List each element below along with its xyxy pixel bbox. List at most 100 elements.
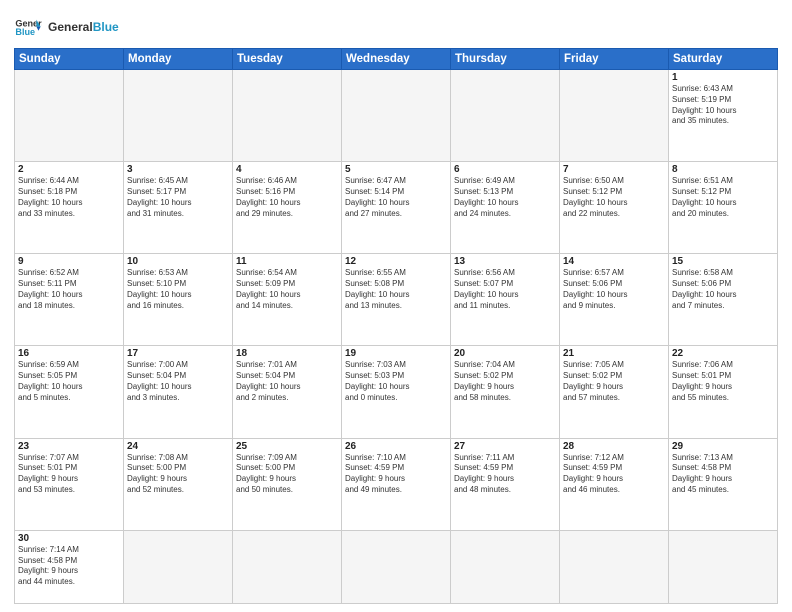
day-info: Sunrise: 6:53 AM Sunset: 5:10 PM Dayligh… xyxy=(127,268,229,311)
day-number: 17 xyxy=(127,348,229,359)
weekday-header-wednesday: Wednesday xyxy=(342,49,451,70)
header: General Blue GeneralBlue xyxy=(14,10,778,42)
logo: General Blue GeneralBlue xyxy=(14,14,119,42)
calendar-cell: 27Sunrise: 7:11 AM Sunset: 4:59 PM Dayli… xyxy=(451,438,560,530)
calendar-week-row: 2Sunrise: 6:44 AM Sunset: 5:18 PM Daylig… xyxy=(15,162,778,254)
day-number: 2 xyxy=(18,164,120,175)
day-info: Sunrise: 7:07 AM Sunset: 5:01 PM Dayligh… xyxy=(18,453,120,496)
day-info: Sunrise: 7:03 AM Sunset: 5:03 PM Dayligh… xyxy=(345,360,447,403)
day-info: Sunrise: 6:47 AM Sunset: 5:14 PM Dayligh… xyxy=(345,176,447,219)
day-info: Sunrise: 7:11 AM Sunset: 4:59 PM Dayligh… xyxy=(454,453,556,496)
calendar-cell xyxy=(233,530,342,603)
calendar-week-row: 23Sunrise: 7:07 AM Sunset: 5:01 PM Dayli… xyxy=(15,438,778,530)
calendar-cell: 18Sunrise: 7:01 AM Sunset: 5:04 PM Dayli… xyxy=(233,346,342,438)
calendar-cell: 29Sunrise: 7:13 AM Sunset: 4:58 PM Dayli… xyxy=(669,438,778,530)
weekday-header-thursday: Thursday xyxy=(451,49,560,70)
day-number: 20 xyxy=(454,348,556,359)
day-info: Sunrise: 6:46 AM Sunset: 5:16 PM Dayligh… xyxy=(236,176,338,219)
calendar-cell: 6Sunrise: 6:49 AM Sunset: 5:13 PM Daylig… xyxy=(451,162,560,254)
day-number: 21 xyxy=(563,348,665,359)
calendar-cell: 25Sunrise: 7:09 AM Sunset: 5:00 PM Dayli… xyxy=(233,438,342,530)
calendar-cell: 13Sunrise: 6:56 AM Sunset: 5:07 PM Dayli… xyxy=(451,254,560,346)
calendar-cell xyxy=(451,70,560,162)
calendar-cell xyxy=(15,70,124,162)
day-info: Sunrise: 6:55 AM Sunset: 5:08 PM Dayligh… xyxy=(345,268,447,311)
calendar-header-row: SundayMondayTuesdayWednesdayThursdayFrid… xyxy=(15,49,778,70)
calendar-cell: 7Sunrise: 6:50 AM Sunset: 5:12 PM Daylig… xyxy=(560,162,669,254)
calendar-cell: 14Sunrise: 6:57 AM Sunset: 5:06 PM Dayli… xyxy=(560,254,669,346)
weekday-header-friday: Friday xyxy=(560,49,669,70)
day-number: 10 xyxy=(127,256,229,267)
day-number: 23 xyxy=(18,441,120,452)
svg-text:Blue: Blue xyxy=(15,27,35,37)
day-info: Sunrise: 7:08 AM Sunset: 5:00 PM Dayligh… xyxy=(127,453,229,496)
day-info: Sunrise: 6:56 AM Sunset: 5:07 PM Dayligh… xyxy=(454,268,556,311)
calendar-cell: 9Sunrise: 6:52 AM Sunset: 5:11 PM Daylig… xyxy=(15,254,124,346)
calendar-week-row: 30Sunrise: 7:14 AM Sunset: 4:58 PM Dayli… xyxy=(15,530,778,603)
day-number: 16 xyxy=(18,348,120,359)
calendar-cell: 12Sunrise: 6:55 AM Sunset: 5:08 PM Dayli… xyxy=(342,254,451,346)
day-info: Sunrise: 6:45 AM Sunset: 5:17 PM Dayligh… xyxy=(127,176,229,219)
day-number: 3 xyxy=(127,164,229,175)
day-info: Sunrise: 7:05 AM Sunset: 5:02 PM Dayligh… xyxy=(563,360,665,403)
calendar-cell: 10Sunrise: 6:53 AM Sunset: 5:10 PM Dayli… xyxy=(124,254,233,346)
calendar-cell xyxy=(342,530,451,603)
day-info: Sunrise: 6:59 AM Sunset: 5:05 PM Dayligh… xyxy=(18,360,120,403)
day-number: 1 xyxy=(672,72,774,83)
day-info: Sunrise: 7:13 AM Sunset: 4:58 PM Dayligh… xyxy=(672,453,774,496)
calendar-cell: 20Sunrise: 7:04 AM Sunset: 5:02 PM Dayli… xyxy=(451,346,560,438)
day-info: Sunrise: 7:01 AM Sunset: 5:04 PM Dayligh… xyxy=(236,360,338,403)
day-info: Sunrise: 6:44 AM Sunset: 5:18 PM Dayligh… xyxy=(18,176,120,219)
calendar-cell xyxy=(560,70,669,162)
calendar-cell: 16Sunrise: 6:59 AM Sunset: 5:05 PM Dayli… xyxy=(15,346,124,438)
day-info: Sunrise: 7:12 AM Sunset: 4:59 PM Dayligh… xyxy=(563,453,665,496)
day-number: 29 xyxy=(672,441,774,452)
day-number: 14 xyxy=(563,256,665,267)
day-info: Sunrise: 6:54 AM Sunset: 5:09 PM Dayligh… xyxy=(236,268,338,311)
day-number: 24 xyxy=(127,441,229,452)
day-info: Sunrise: 7:06 AM Sunset: 5:01 PM Dayligh… xyxy=(672,360,774,403)
weekday-header-sunday: Sunday xyxy=(15,49,124,70)
day-number: 18 xyxy=(236,348,338,359)
day-number: 19 xyxy=(345,348,447,359)
day-info: Sunrise: 6:58 AM Sunset: 5:06 PM Dayligh… xyxy=(672,268,774,311)
calendar-cell: 15Sunrise: 6:58 AM Sunset: 5:06 PM Dayli… xyxy=(669,254,778,346)
day-number: 7 xyxy=(563,164,665,175)
day-info: Sunrise: 7:09 AM Sunset: 5:00 PM Dayligh… xyxy=(236,453,338,496)
weekday-header-tuesday: Tuesday xyxy=(233,49,342,70)
calendar-cell: 19Sunrise: 7:03 AM Sunset: 5:03 PM Dayli… xyxy=(342,346,451,438)
calendar-table: SundayMondayTuesdayWednesdayThursdayFrid… xyxy=(14,48,778,604)
day-info: Sunrise: 7:04 AM Sunset: 5:02 PM Dayligh… xyxy=(454,360,556,403)
page: General Blue GeneralBlue SundayMondayTue… xyxy=(0,0,792,612)
calendar-cell: 30Sunrise: 7:14 AM Sunset: 4:58 PM Dayli… xyxy=(15,530,124,603)
calendar-cell: 3Sunrise: 6:45 AM Sunset: 5:17 PM Daylig… xyxy=(124,162,233,254)
calendar-cell xyxy=(342,70,451,162)
calendar-cell xyxy=(560,530,669,603)
day-number: 9 xyxy=(18,256,120,267)
calendar-cell xyxy=(233,70,342,162)
day-info: Sunrise: 6:57 AM Sunset: 5:06 PM Dayligh… xyxy=(563,268,665,311)
calendar-cell: 22Sunrise: 7:06 AM Sunset: 5:01 PM Dayli… xyxy=(669,346,778,438)
day-number: 11 xyxy=(236,256,338,267)
day-info: Sunrise: 6:49 AM Sunset: 5:13 PM Dayligh… xyxy=(454,176,556,219)
calendar-cell: 11Sunrise: 6:54 AM Sunset: 5:09 PM Dayli… xyxy=(233,254,342,346)
calendar-cell: 5Sunrise: 6:47 AM Sunset: 5:14 PM Daylig… xyxy=(342,162,451,254)
calendar-cell: 4Sunrise: 6:46 AM Sunset: 5:16 PM Daylig… xyxy=(233,162,342,254)
calendar-week-row: 16Sunrise: 6:59 AM Sunset: 5:05 PM Dayli… xyxy=(15,346,778,438)
calendar-cell xyxy=(669,530,778,603)
day-info: Sunrise: 6:52 AM Sunset: 5:11 PM Dayligh… xyxy=(18,268,120,311)
day-number: 27 xyxy=(454,441,556,452)
calendar-cell: 26Sunrise: 7:10 AM Sunset: 4:59 PM Dayli… xyxy=(342,438,451,530)
weekday-header-monday: Monday xyxy=(124,49,233,70)
calendar-cell xyxy=(124,530,233,603)
weekday-header-saturday: Saturday xyxy=(669,49,778,70)
calendar-cell xyxy=(451,530,560,603)
logo-icon: General Blue xyxy=(14,14,42,42)
day-number: 15 xyxy=(672,256,774,267)
calendar-week-row: 9Sunrise: 6:52 AM Sunset: 5:11 PM Daylig… xyxy=(15,254,778,346)
day-number: 30 xyxy=(18,533,120,544)
day-number: 8 xyxy=(672,164,774,175)
day-number: 5 xyxy=(345,164,447,175)
day-number: 22 xyxy=(672,348,774,359)
day-info: Sunrise: 7:10 AM Sunset: 4:59 PM Dayligh… xyxy=(345,453,447,496)
